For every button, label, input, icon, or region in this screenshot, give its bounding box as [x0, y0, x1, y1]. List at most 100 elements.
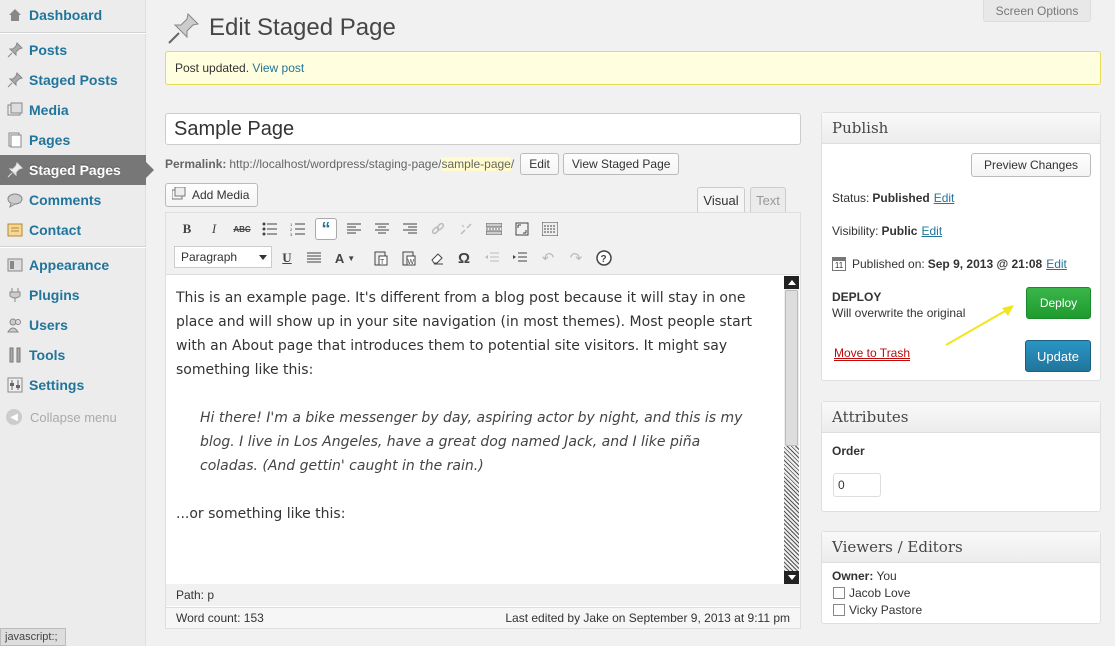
fullscreen-icon[interactable] — [511, 218, 533, 240]
content-blockquote: Hi there! I'm a bike messenger by day, a… — [200, 410, 743, 474]
tab-text[interactable]: Text — [750, 187, 786, 213]
sidebar-item-media[interactable]: Media — [0, 95, 146, 125]
bold-icon[interactable]: B — [176, 218, 198, 240]
deploy-label: DEPLOY — [832, 290, 882, 304]
viewers-editors-box: Viewers / Editors Owner: You Jacob Love … — [821, 531, 1101, 624]
sidebar-item-comments[interactable]: Comments — [0, 185, 146, 215]
sidebar-item-users[interactable]: Users — [0, 310, 146, 340]
omega-icon[interactable]: Ω — [453, 247, 475, 269]
sidebar-item-staged-posts[interactable]: Staged Posts — [0, 65, 146, 95]
edit-visibility-link[interactable]: Edit — [921, 224, 942, 238]
viewer-name: Vicky Pastore — [849, 603, 923, 617]
italic-icon[interactable]: I — [203, 218, 225, 240]
paste-text-icon[interactable]: T — [370, 247, 392, 269]
link-icon[interactable] — [427, 218, 449, 240]
visibility-value: Public — [881, 224, 918, 238]
content-paragraph: This is an example page. It's different … — [176, 290, 752, 378]
update-button[interactable]: Update — [1025, 340, 1091, 372]
preview-changes-button[interactable]: Preview Changes — [971, 153, 1091, 177]
edit-status-link[interactable]: Edit — [934, 191, 955, 205]
add-media-button[interactable]: Add Media — [165, 183, 259, 207]
update-notice: Post updated. View post — [165, 51, 1101, 85]
collapse-menu-button[interactable]: ◀ Collapse menu — [6, 409, 117, 425]
move-to-trash-link[interactable]: Move to Trash — [834, 346, 911, 361]
scroll-down-arrow-icon[interactable] — [784, 571, 799, 584]
editor-content[interactable]: This is an example page. It's different … — [166, 276, 784, 583]
users-icon — [6, 316, 24, 334]
sidebar-item-posts[interactable]: Posts — [0, 35, 146, 65]
underline-icon[interactable]: U — [276, 247, 298, 269]
deploy-button[interactable]: Deploy — [1026, 287, 1091, 319]
notice-text: Post updated. — [175, 61, 250, 75]
sidebar-item-contact[interactable]: Contact — [0, 215, 146, 245]
editor-scrollbar[interactable] — [784, 276, 799, 584]
insert-more-icon[interactable] — [483, 218, 505, 240]
sidebar-item-staged-pages[interactable]: Staged Pages — [0, 155, 154, 185]
owner-value: You — [876, 569, 897, 583]
sidebar-item-plugins[interactable]: Plugins — [0, 280, 146, 310]
justify-icon[interactable] — [303, 247, 325, 269]
sidebar-item-label: Plugins — [29, 287, 80, 303]
tab-visual[interactable]: Visual — [697, 187, 745, 213]
eraser-icon[interactable] — [426, 247, 448, 269]
admin-sidebar: Dashboard Posts Staged Posts Media Pages… — [0, 0, 154, 646]
sidebar-item-label: Tools — [29, 347, 66, 363]
redo-icon[interactable]: ↷ — [565, 247, 587, 269]
post-title-input[interactable]: Sample Page — [165, 113, 801, 145]
bullet-list-icon[interactable] — [259, 218, 281, 240]
view-post-link[interactable]: View post — [252, 61, 304, 75]
format-select[interactable]: Paragraph — [174, 246, 272, 268]
scrollbar-track[interactable] — [784, 446, 799, 571]
sidebar-item-pages[interactable]: Pages — [0, 125, 146, 155]
viewer-row[interactable]: Vicky Pastore — [833, 603, 922, 617]
scroll-up-arrow-icon[interactable] — [784, 276, 799, 289]
order-label: Order — [832, 444, 865, 458]
attributes-title: Attributes — [822, 402, 1100, 433]
unlink-icon[interactable] — [455, 218, 477, 240]
viewer-checkbox[interactable] — [833, 604, 845, 616]
sidebar-item-label: Contact — [29, 222, 82, 238]
viewer-row[interactable]: Jacob Love — [833, 586, 910, 600]
edit-permalink-button[interactable]: Edit — [520, 153, 559, 175]
sidebar-item-label: Appearance — [29, 257, 110, 273]
strikethrough-icon[interactable]: ABC — [231, 218, 253, 240]
outdent-icon[interactable] — [481, 247, 503, 269]
scrollbar-thumb[interactable] — [785, 290, 798, 446]
align-right-icon[interactable] — [399, 218, 421, 240]
sidebar-item-appearance[interactable]: Appearance — [0, 250, 146, 280]
edit-date-link[interactable]: Edit — [1046, 257, 1067, 271]
browser-status-bar: javascript:; — [0, 628, 66, 646]
screen-options-button[interactable]: Screen Options — [983, 0, 1091, 22]
content-editor: B I ABC 123 “ Paragraph U A ▼ T W Ω ↶ ↷ ?… — [165, 212, 801, 629]
pushpin-icon — [166, 12, 200, 46]
order-input[interactable]: 0 — [833, 473, 881, 497]
sidebar-item-label: Comments — [29, 192, 102, 208]
view-staged-page-button[interactable]: View Staged Page — [562, 153, 680, 175]
viewer-checkbox[interactable] — [833, 587, 845, 599]
settings-icon — [6, 376, 24, 394]
kitchen-sink-icon[interactable] — [539, 218, 561, 240]
numbered-list-icon[interactable]: 123 — [287, 218, 309, 240]
publish-title: Publish — [822, 113, 1100, 144]
align-center-icon[interactable] — [371, 218, 393, 240]
published-value: Sep 9, 2013 @ 21:08 — [927, 257, 1043, 271]
undo-icon[interactable]: ↶ — [537, 247, 559, 269]
permalink-trail: / — [510, 157, 515, 171]
help-icon[interactable]: ? — [593, 247, 615, 269]
menu-separator — [0, 32, 146, 34]
permalink-row: Permalink: http://localhost/wordpress/st… — [165, 153, 680, 175]
blockquote-icon[interactable]: “ — [315, 218, 337, 240]
align-left-icon[interactable] — [343, 218, 365, 240]
add-media-label: Add Media — [192, 188, 250, 202]
text-color-icon[interactable]: A ▼ — [330, 247, 360, 269]
sidebar-item-settings[interactable]: Settings — [0, 370, 146, 400]
sidebar-item-dashboard[interactable]: Dashboard — [0, 0, 146, 30]
paste-word-icon[interactable]: W — [398, 247, 420, 269]
sidebar-item-tools[interactable]: Tools — [0, 340, 146, 370]
comment-icon — [6, 191, 24, 209]
pushpin-icon — [6, 71, 24, 89]
contact-icon — [6, 221, 24, 239]
svg-text:W: W — [408, 259, 415, 266]
indent-icon[interactable] — [509, 247, 531, 269]
appearance-icon — [6, 256, 24, 274]
